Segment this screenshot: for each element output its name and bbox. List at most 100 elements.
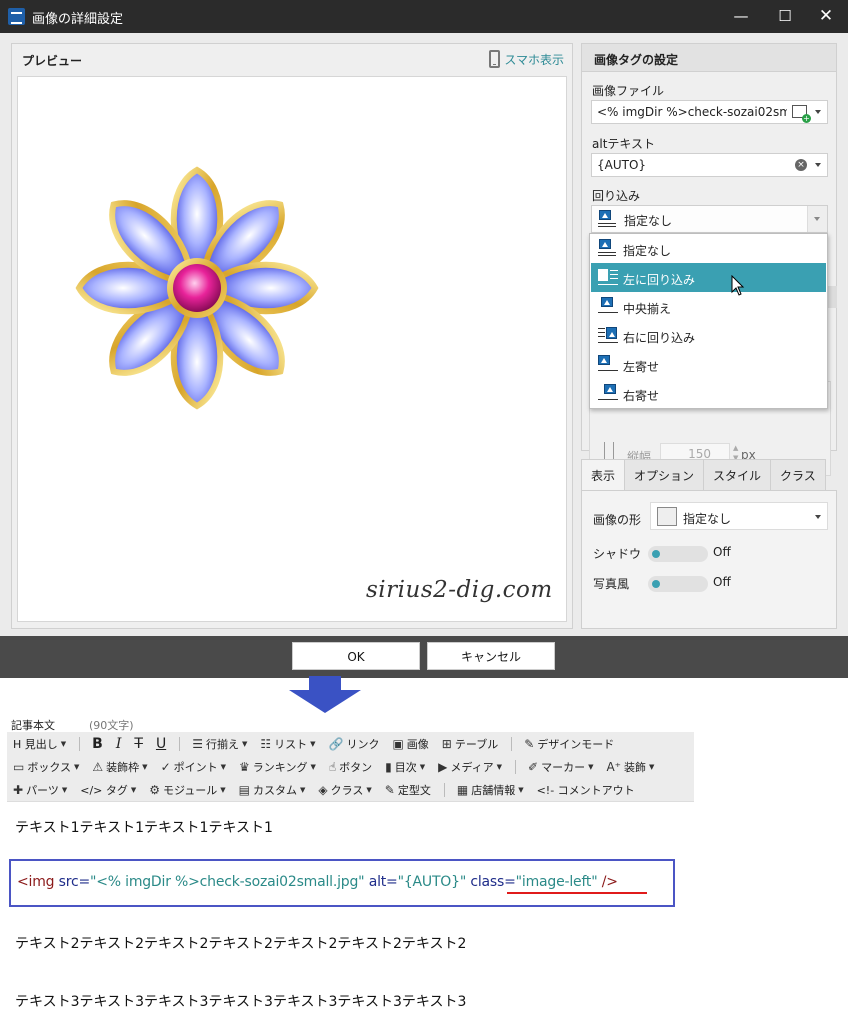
ok-button[interactable]: OK [292,642,420,670]
box-button[interactable]: ▭ ボックス ▼ [13,759,79,775]
class-button[interactable]: ◈ クラス ▼ [318,782,371,798]
preview-panel: プレビュー スマホ表示 sirius2-dig.com [11,43,573,629]
bold-button[interactable]: B [92,736,103,752]
list-icon: ☷ [260,737,272,751]
code-src-value: "<% imgDir %>check-sozai02small.jpg" [90,874,365,890]
image-float-left-icon [598,268,618,286]
window-title: 画像の詳細設定 [32,12,124,27]
module-button[interactable]: ⚙ モジュール ▼ [149,782,225,798]
clear-icon[interactable]: × [795,159,807,171]
wrap-option-float-left[interactable]: 左に回り込み [591,263,826,292]
code-class-value: "image-left" [515,874,598,890]
toolbar-row-1: H 見出し ▼ B I T U ☰ 行揃え ▼ ☷ リスト ▼ 🔗 リンク ▣ 画像 ⊞ テーブ… [13,733,627,755]
media-button[interactable]: ▶ メディア ▼ [438,759,502,775]
char-count: (90文字) [89,719,134,732]
image-shape-select[interactable]: 指定なし [650,502,828,530]
ranking-button[interactable]: ♛ ランキング ▼ [239,759,316,775]
tag-button[interactable]: </> タグ ▼ [80,782,136,798]
chevron-down-icon [815,515,821,519]
custom-icon: ▤ [238,783,250,797]
link-icon: 🔗 [328,737,344,751]
tab-style[interactable]: スタイル [703,459,772,491]
wrap-option-align-right[interactable]: 右寄せ [591,379,826,408]
image-button[interactable]: ▣ 画像 [392,736,428,752]
marker-button[interactable]: ✐ マーカー ▼ [528,759,593,775]
parts-button[interactable]: ✚ パーツ ▼ [13,782,67,798]
toggle-knob [652,550,660,558]
template-text-button[interactable]: ✎ 定型文 [385,782,431,798]
wrap-select[interactable]: 指定なし [591,205,828,233]
editor-title: 記事本文 [11,719,55,732]
editor-content[interactable]: テキスト1テキスト1テキスト1テキスト1 <img src="<% imgDir… [7,803,694,1031]
book-icon: ▮ [385,760,392,774]
custom-button[interactable]: ▤ カスタム ▼ [239,782,306,798]
mouse-cursor-icon [731,275,745,296]
shadow-toggle[interactable] [648,546,708,562]
table-button[interactable]: ⊞ テーブル [442,736,498,752]
image-float-right-icon [598,326,618,344]
down-arrow-icon [289,676,361,713]
comment-out-button[interactable]: <!- コメントアウト [537,782,635,798]
alt-text-value: {AUTO} [597,158,647,172]
tab-options[interactable]: オプション [624,459,705,491]
media-icon: ▶ [438,760,448,774]
underline-button[interactable]: U [156,736,166,752]
tab-display[interactable]: 表示 [581,459,626,491]
table-icon: ⊞ [441,737,452,751]
wrap-option-center[interactable]: 中央揃え [591,292,826,321]
code-alt-attr: alt= [368,874,398,890]
toolbar-row-3: ✚ パーツ ▼ </> タグ ▼ ⚙ モジュール ▼ ▤ カスタム ▼ ◈ クラス ▼ ✎ 定型文 … [13,779,648,801]
image-file-label: 画像ファイル [592,84,665,98]
point-button[interactable]: ✓ ポイント ▼ [161,759,226,775]
close-button[interactable]: ✕ [811,4,841,28]
toc-button[interactable]: ▮ 目次 ▼ [385,759,425,775]
button-button[interactable]: ☝ ボタン [329,759,372,775]
list-button[interactable]: ☷ リスト ▼ [260,736,315,752]
code-tag-close: /> [601,874,618,890]
chevron-down-icon [814,217,820,221]
wrap-option-label: 左に回り込み [623,273,696,287]
image-picker-icon[interactable] [792,105,811,123]
image-file-field[interactable]: <% imgDir %>check-sozai02smal [591,100,828,124]
cancel-button[interactable]: キャンセル [427,642,555,670]
wrap-option-float-right[interactable]: 右に回り込み [591,321,826,350]
design-mode-button[interactable]: ✎ デザインモード [524,736,614,752]
link-button[interactable]: 🔗 リンク [329,736,380,752]
wrap-option-none[interactable]: 指定なし [591,234,826,263]
strikethrough-button[interactable]: T [134,736,143,752]
shadow-state: Off [713,545,731,559]
smartphone-icon [489,50,501,68]
class-icon: ◈ [318,783,328,797]
store-info-button[interactable]: ▦ 店舗情報 ▼ [457,782,524,798]
photo-style-toggle[interactable] [648,576,708,592]
decoration-button[interactable]: A⁺ 装飾 ▼ [606,759,654,775]
editor-header: 記事本文 (90文字) [7,714,694,732]
watermark-text: sirius2-dig.com [366,577,553,603]
wrap-label: 回り込み [592,189,641,203]
puzzle-icon: ✚ [13,783,24,797]
frame-button[interactable]: ⚠ 装飾枠 ▼ [92,759,147,775]
code-tag-open: <img [17,874,55,890]
tab-row: 表示 オプション スタイル クラス [581,459,826,491]
chevron-down-icon[interactable] [815,163,821,167]
alt-text-field[interactable]: {AUTO} × [591,153,828,177]
wrap-option-align-left[interactable]: 左寄せ [591,350,826,379]
title-bar: 画像の詳細設定 — ☐ ✕ [0,0,848,33]
wrap-select-arrow[interactable] [807,206,827,232]
heading-button[interactable]: H 見出し ▼ [13,736,66,752]
image-file-value: <% imgDir %>check-sozai02smal [597,105,787,119]
preview-canvas: sirius2-dig.com [17,76,567,622]
preview-header: プレビュー スマホ表示 [12,44,572,74]
settings-header: 画像タグの設定 [582,44,836,72]
text-effect-icon: A⁺ [606,760,622,774]
minimize-button[interactable]: — [726,4,756,28]
tab-class[interactable]: クラス [770,459,826,491]
photo-style-label: 写真風 [593,577,630,591]
smartphone-view-toggle[interactable]: スマホ表示 [489,49,564,69]
maximize-button[interactable]: ☐ [770,4,800,28]
align-button[interactable]: ☰ 行揃え ▼ [192,736,247,752]
chevron-down-icon[interactable] [815,110,821,114]
italic-button[interactable]: I [116,736,122,752]
tab-content: 画像の形 指定なし シャドウ Off 写真風 Off [581,490,837,629]
preview-title: プレビュー [22,54,83,68]
